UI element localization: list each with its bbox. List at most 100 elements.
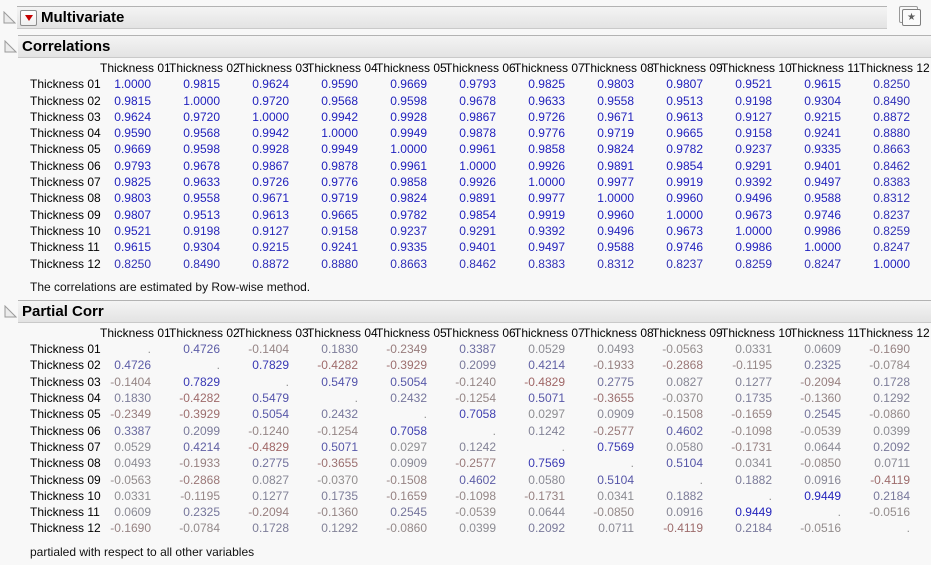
value-cell: . xyxy=(630,456,634,471)
matrix-row: Thickness 03 0.9624 0.9720 1.0000 0.9942 0.99… xyxy=(0,109,928,125)
value-cell: 0.1277 xyxy=(735,374,772,389)
matrix-row: Thickness 10 0.9521 0.9198 0.9127 0.9158 0.92… xyxy=(0,223,928,239)
value-cell: 0.9392 xyxy=(735,175,772,190)
value-cell: 0.2432 xyxy=(390,391,427,406)
value-cell: 0.8247 xyxy=(873,240,910,255)
value-cell: -0.2094 xyxy=(248,505,289,520)
value-cell: 0.5104 xyxy=(666,456,703,471)
value-cell: 0.9807 xyxy=(666,77,703,92)
column-header-row: Thickness 01 Thickness 02 Thickness 03 Thic… xyxy=(0,325,930,341)
value-cell: -0.1404 xyxy=(110,374,151,389)
row-label: Thickness 08 xyxy=(30,191,101,206)
partial-corr-header-row: Partial Corr xyxy=(0,299,931,323)
column-header: Thickness 02 xyxy=(169,61,240,75)
partial-corr-disclosure-icon[interactable] xyxy=(4,304,17,318)
value-cell: 0.9977 xyxy=(597,175,634,190)
value-cell: 0.9942 xyxy=(252,126,289,141)
row-label: Thickness 11 xyxy=(30,240,100,255)
value-cell: 0.9241 xyxy=(321,240,358,255)
value-cell: 0.8237 xyxy=(873,207,910,222)
value-cell: 0.9588 xyxy=(597,240,634,255)
window-star-icon[interactable]: ★ xyxy=(902,9,921,26)
value-cell: . xyxy=(423,407,427,422)
value-cell: 0.9776 xyxy=(321,175,358,190)
value-cell: 0.2325 xyxy=(804,358,841,373)
value-cell: 0.9803 xyxy=(114,191,151,206)
value-cell: 0.2092 xyxy=(873,439,910,454)
value-cell: . xyxy=(354,391,358,406)
value-cell: 0.1242 xyxy=(459,439,496,454)
value-cell: 1.0000 xyxy=(528,175,565,190)
matrix-row: Thickness 02 0.4726. 0.7829 -0.4282 -0.3929 0… xyxy=(0,357,928,373)
value-cell: 0.2432 xyxy=(321,407,358,422)
value-cell: . xyxy=(147,342,151,357)
value-cell: 0.9521 xyxy=(114,223,151,238)
value-cell: 0.0341 xyxy=(597,488,634,503)
value-cell: 0.9335 xyxy=(390,240,427,255)
value-cell: 0.9960 xyxy=(597,207,634,222)
matrix-row: Thickness 06 0.3387 0.2099 -0.1240 -0.1254 0.… xyxy=(0,423,928,439)
value-cell: 0.9496 xyxy=(597,223,634,238)
value-cell: 0.5071 xyxy=(321,439,358,454)
value-cell: -0.1195 xyxy=(180,488,220,503)
row-label: Thickness 01 xyxy=(30,342,101,357)
value-cell: 0.9615 xyxy=(804,77,841,92)
value-cell: 0.9815 xyxy=(183,77,220,92)
value-cell: 0.9854 xyxy=(459,207,496,222)
value-cell: 0.8490 xyxy=(183,256,220,271)
column-header: Thickness 02 xyxy=(169,325,240,340)
value-cell: 0.9720 xyxy=(252,93,289,108)
value-cell: 0.9673 xyxy=(666,223,703,238)
value-cell: 1.0000 xyxy=(390,142,427,157)
value-cell: -0.0370 xyxy=(317,472,358,487)
value-cell: -0.2868 xyxy=(179,472,220,487)
value-cell: -0.2868 xyxy=(662,358,703,373)
matrix-row: Thickness 02 0.9815 1.0000 0.9720 0.9568 0.95… xyxy=(0,93,928,109)
value-cell: 0.9803 xyxy=(597,77,634,92)
value-cell: 0.9926 xyxy=(528,158,565,173)
value-cell: 0.8462 xyxy=(459,256,496,271)
matrix-row: Thickness 05 0.9669 0.9598 0.9928 0.9949 1.00… xyxy=(0,141,928,157)
value-cell: 0.4726 xyxy=(183,342,220,357)
column-header: Thickness 10 xyxy=(721,61,792,75)
value-cell: -0.1659 xyxy=(731,407,772,422)
value-cell: 0.9304 xyxy=(183,240,220,255)
value-cell: 0.0493 xyxy=(114,456,151,471)
value-cell: 0.9807 xyxy=(114,207,151,222)
value-cell: -0.4282 xyxy=(317,358,358,373)
value-cell: 1.0000 xyxy=(459,158,496,173)
column-header: Thickness 04 xyxy=(307,61,378,75)
value-cell: 0.8663 xyxy=(873,142,910,157)
value-cell: 0.9854 xyxy=(666,158,703,173)
correlations-disclosure-icon[interactable] xyxy=(4,40,17,53)
partial-corr-footnote: partialed with respect to all other vari… xyxy=(30,544,255,559)
matrix-row: Thickness 06 0.9793 0.9678 0.9867 0.9878 0.99… xyxy=(0,158,928,174)
matrix-row: Thickness 09 -0.0563 -0.2868 0.0827 -0.0370 -… xyxy=(0,472,928,488)
value-cell: . xyxy=(492,423,496,438)
row-label: Thickness 07 xyxy=(30,439,101,454)
column-header: Thickness 12 xyxy=(859,325,930,340)
red-triangle-menu-button[interactable] xyxy=(20,9,37,26)
multivariate-disclosure-icon[interactable] xyxy=(3,11,16,24)
value-cell: -0.1690 xyxy=(869,342,910,357)
value-cell: 0.9127 xyxy=(735,109,772,124)
value-cell: -0.0516 xyxy=(800,521,841,536)
value-cell: 0.2545 xyxy=(804,407,841,422)
matrix-row: Thickness 01. 0.4726 -0.1404 0.1830 -0.2349 0… xyxy=(0,341,928,357)
value-cell: 0.9665 xyxy=(666,126,703,141)
value-cell: 0.9815 xyxy=(114,93,151,108)
value-cell: 0.4602 xyxy=(459,472,496,487)
value-cell: 0.9613 xyxy=(252,207,289,222)
value-cell: 0.9496 xyxy=(735,191,772,206)
value-cell: 0.9633 xyxy=(528,93,565,108)
column-header: Thickness 07 xyxy=(514,61,585,75)
value-cell: 0.0644 xyxy=(804,439,841,454)
column-header: Thickness 10 xyxy=(721,325,792,340)
value-cell: 0.9878 xyxy=(459,126,496,141)
column-header-row: Thickness 01 Thickness 02 Thickness 03 Thic… xyxy=(0,60,930,76)
value-cell: 0.8872 xyxy=(873,109,910,124)
value-cell: 0.9304 xyxy=(804,93,841,108)
value-cell: 0.7829 xyxy=(252,358,289,373)
value-cell: 0.9624 xyxy=(252,77,289,92)
value-cell: . xyxy=(906,521,910,536)
